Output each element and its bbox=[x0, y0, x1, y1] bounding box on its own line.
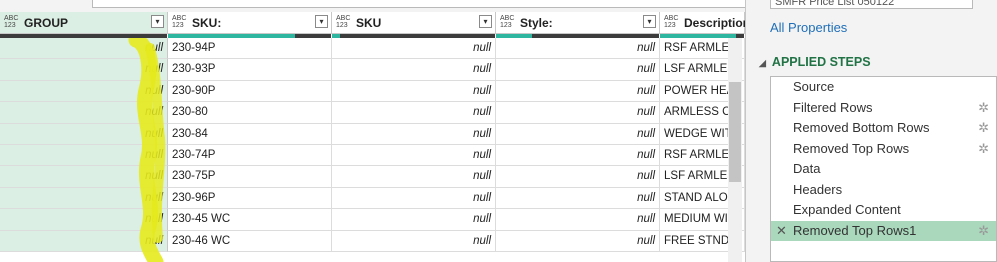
applied-step-label: Expanded Content bbox=[793, 202, 901, 217]
applied-step[interactable]: Expanded Content bbox=[771, 200, 996, 221]
table-cell[interactable]: null bbox=[332, 38, 496, 60]
table-cell[interactable]: null bbox=[332, 209, 496, 231]
applied-step[interactable]: Removed Bottom Rows ✲ bbox=[771, 118, 996, 139]
applied-steps-list: Source Filtered Rows ✲ Removed Bottom Rows ✲… bbox=[770, 76, 997, 262]
scrollbar-thumb[interactable] bbox=[729, 82, 741, 182]
table-cell[interactable]: null bbox=[332, 102, 496, 124]
column-header-sku[interactable]: ABC 123 SKU: ▾ bbox=[168, 12, 332, 34]
table-cell[interactable]: null bbox=[0, 230, 168, 252]
applied-step-label: Removed Bottom Rows bbox=[793, 120, 930, 135]
applied-step-label: Data bbox=[793, 161, 821, 176]
data-grid: ABC 123 GROUP ▾ null null null null null null null… bbox=[0, 12, 745, 262]
applied-step-label: Filtered Rows bbox=[793, 99, 873, 115]
table-cell[interactable]: null bbox=[496, 166, 660, 188]
table-cell[interactable]: null bbox=[332, 230, 496, 252]
table-cell[interactable]: 230-93P bbox=[168, 59, 332, 81]
column-header-description[interactable]: ABC 123 Description bbox=[660, 12, 745, 34]
applied-step-label: Removed Top Rows1 bbox=[793, 222, 917, 238]
type-abc123-icon[interactable]: ABC 123 bbox=[4, 15, 18, 29]
table-cell[interactable]: null bbox=[496, 38, 660, 60]
step-settings-gear-icon[interactable]: ✲ bbox=[978, 98, 989, 118]
table-cell[interactable]: 230-45 WC bbox=[168, 209, 332, 231]
table-cell[interactable]: null bbox=[496, 187, 660, 210]
applied-step[interactable]: Removed Top Rows ✲ bbox=[771, 139, 996, 160]
applied-step[interactable]: Data bbox=[771, 159, 996, 180]
column-cells: null null null null null null null null null null bbox=[0, 38, 168, 262]
table-cell[interactable]: 230-96P bbox=[168, 187, 332, 210]
applied-step[interactable]: ✕ Removed Top Rows1 ✲ bbox=[771, 220, 996, 241]
applied-step[interactable]: Headers bbox=[771, 180, 996, 201]
table-cell[interactable]: null bbox=[496, 80, 660, 103]
type-abc123-icon[interactable]: ABC 123 bbox=[500, 15, 514, 29]
column-header-sku[interactable]: ABC 123 SKU ▾ bbox=[332, 12, 496, 34]
column-name: SKU bbox=[356, 16, 382, 30]
table-cell[interactable]: null bbox=[332, 123, 496, 145]
column-name: Style: bbox=[520, 16, 553, 30]
filter-dropdown-icon[interactable]: ▾ bbox=[479, 15, 492, 28]
step-settings-gear-icon[interactable]: ✲ bbox=[978, 139, 989, 159]
column-cells: 230-94P 230-93P 230-90P 230-80 230-84 230-74P… bbox=[168, 38, 332, 262]
vertical-scrollbar[interactable] bbox=[728, 38, 742, 262]
column-cells: null null null null null null null null null null bbox=[332, 38, 496, 262]
table-cell[interactable]: 230-84 bbox=[168, 123, 332, 145]
applied-step-label: Removed Top Rows bbox=[793, 140, 910, 156]
table-cell[interactable]: null bbox=[0, 123, 168, 145]
table-cell[interactable]: null bbox=[0, 187, 168, 210]
applied-step-label: Headers bbox=[793, 181, 843, 197]
table-cell[interactable]: null bbox=[332, 80, 496, 103]
collapse-triangle-icon[interactable]: ◢ bbox=[759, 58, 766, 68]
table-cell[interactable]: null bbox=[332, 187, 496, 210]
table-cell[interactable]: null bbox=[0, 59, 168, 81]
applied-step[interactable]: Source bbox=[771, 77, 996, 98]
table-cell[interactable]: null bbox=[332, 144, 496, 167]
table-cell[interactable]: null bbox=[496, 230, 660, 252]
query-name-field[interactable]: SMFR Price List 050122 bbox=[770, 0, 973, 9]
table-cell[interactable]: 230-46 WC bbox=[168, 230, 332, 252]
type-abc123-icon[interactable]: ABC 123 bbox=[664, 15, 678, 29]
delete-step-icon[interactable]: ✕ bbox=[776, 221, 787, 241]
formula-bar[interactable] bbox=[92, 0, 747, 8]
table-cell[interactable]: null bbox=[496, 102, 660, 124]
table-cell[interactable]: null bbox=[0, 80, 168, 103]
column-name: Description bbox=[684, 16, 745, 30]
table-cell[interactable]: 230-75P bbox=[168, 166, 332, 188]
step-settings-gear-icon[interactable]: ✲ bbox=[978, 118, 989, 138]
column-header-style[interactable]: ABC 123 Style: ▾ bbox=[496, 12, 660, 34]
table-cell[interactable]: null bbox=[496, 144, 660, 167]
filter-dropdown-icon[interactable]: ▾ bbox=[315, 15, 328, 28]
table-cell[interactable]: null bbox=[0, 209, 168, 231]
table-cell[interactable]: null bbox=[0, 144, 168, 167]
column-name: GROUP bbox=[24, 16, 69, 30]
table-cell[interactable]: null bbox=[496, 209, 660, 231]
query-settings-pane: SMFR Price List 050122 All Properties ◢ A… bbox=[746, 0, 997, 262]
filter-dropdown-icon[interactable]: ▾ bbox=[151, 15, 164, 28]
all-properties-link[interactable]: All Properties bbox=[770, 20, 847, 35]
table-cell[interactable]: 230-90P bbox=[168, 80, 332, 103]
table-cell[interactable]: 230-94P bbox=[168, 38, 332, 60]
applied-step-label: Source bbox=[793, 79, 835, 94]
column-name: SKU: bbox=[192, 16, 222, 30]
table-cell[interactable]: null bbox=[496, 59, 660, 81]
table-cell[interactable]: 230-74P bbox=[168, 144, 332, 167]
type-abc123-icon[interactable]: ABC 123 bbox=[172, 15, 186, 29]
column-header-group[interactable]: ABC 123 GROUP ▾ bbox=[0, 12, 168, 34]
table-cell[interactable]: null bbox=[332, 59, 496, 81]
step-settings-gear-icon[interactable]: ✲ bbox=[978, 221, 989, 241]
table-cell[interactable]: null bbox=[0, 102, 168, 124]
table-cell[interactable]: null bbox=[0, 166, 168, 188]
filter-dropdown-icon[interactable]: ▾ bbox=[643, 15, 656, 28]
table-cell[interactable]: null bbox=[332, 166, 496, 188]
applied-steps-header[interactable]: ◢ APPLIED STEPS bbox=[759, 55, 871, 69]
applied-steps-label: APPLIED STEPS bbox=[771, 55, 871, 69]
table-cell[interactable]: null bbox=[0, 38, 168, 60]
table-cell[interactable]: null bbox=[496, 123, 660, 145]
type-abc123-icon[interactable]: ABC 123 bbox=[336, 15, 350, 29]
table-cell[interactable]: 230-80 bbox=[168, 102, 332, 124]
applied-step[interactable]: Filtered Rows ✲ bbox=[771, 98, 996, 119]
column-cells: null null null null null null null null null null bbox=[496, 38, 660, 262]
